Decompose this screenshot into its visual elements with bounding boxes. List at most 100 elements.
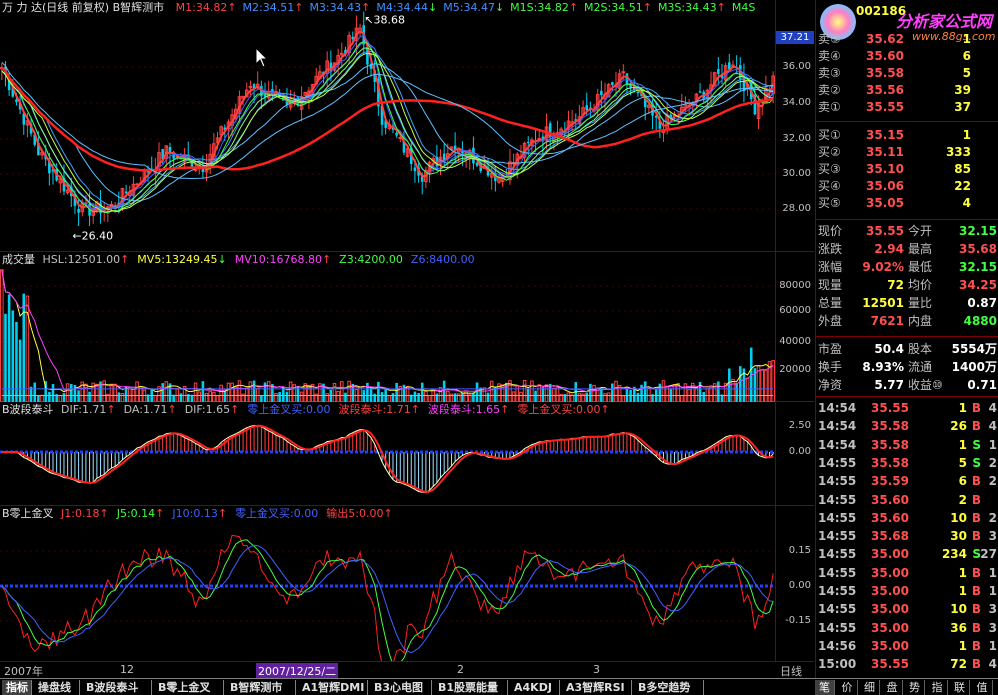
- main-axis-tick: 36.00: [782, 61, 811, 72]
- volume-bar: [522, 379, 527, 402]
- candlestick-chart[interactable]: ↖38.68 ←26.40: [0, 0, 775, 252]
- quote-tab[interactable]: 联: [950, 680, 970, 695]
- indicator-tab[interactable]: A4KDJ: [510, 680, 560, 695]
- volume-bar: [672, 384, 677, 402]
- tick-volume: 10: [950, 510, 967, 525]
- indicator-tab[interactable]: B多空趋势: [634, 680, 704, 695]
- volume-bar: [161, 383, 164, 402]
- tick-row: 14:55 35.59 6 B 2: [816, 472, 998, 490]
- tick-row: 14:54 35.55 1 B 4: [816, 399, 998, 417]
- tick-volume: 72: [950, 657, 967, 672]
- tick-side: B: [971, 510, 981, 525]
- sell-level-label: 卖⑤: [818, 32, 841, 46]
- tick-time: 14:55: [818, 455, 857, 470]
- wave-legend-arrow-5: ↑: [500, 403, 510, 416]
- stat-row: 涨跌 2.94 最高 35.68: [816, 240, 998, 258]
- tick-volume: 1: [958, 638, 967, 653]
- indicator-tab[interactable]: A3智辉RSI: [562, 680, 632, 695]
- sell-level: 卖⑤ 35.62 1: [816, 31, 998, 48]
- sell-level-label: 卖④: [818, 49, 841, 63]
- sell-level-label: 卖②: [818, 83, 841, 97]
- tick-time: 14:55: [818, 584, 857, 598]
- buy-level: 买③ 35.10 85: [816, 161, 998, 178]
- sell-level-price: 35.56: [866, 83, 904, 97]
- buy-level-label: 买③: [818, 162, 841, 176]
- indicator-tab[interactable]: 指标: [2, 680, 32, 695]
- stat-value: 0.71: [967, 378, 997, 392]
- quote-tab[interactable]: 价: [838, 680, 858, 695]
- indicator-tab[interactable]: 操盘线: [34, 680, 80, 695]
- indicator-tab[interactable]: B1股票能量: [434, 680, 508, 695]
- tick-side: B: [971, 401, 981, 415]
- candle: [680, 93, 684, 113]
- volume-bar: [482, 387, 487, 402]
- tick-price: 35.00: [871, 602, 909, 617]
- tick-volume: 234: [941, 547, 967, 562]
- quote-tab[interactable]: 笔: [815, 680, 835, 695]
- stat-label: 净资: [818, 378, 843, 392]
- tick-side: B: [971, 419, 981, 434]
- indicator-tab[interactable]: B零上金叉: [154, 680, 224, 695]
- stat-row: 现价 35.55 今开 32.15: [816, 222, 998, 240]
- volume-bar: [22, 293, 26, 402]
- volume-title: 成交量: [2, 253, 35, 266]
- date-label: 3: [593, 663, 600, 676]
- stat-label: 收益⑩: [908, 378, 943, 392]
- wave-main-line: [1, 424, 774, 494]
- tick-time: 14:56: [818, 638, 857, 653]
- tick-side: S: [972, 437, 981, 452]
- volume-bar: [201, 381, 205, 402]
- stat-label: 换手: [818, 360, 843, 374]
- sell-level-price: 35.62: [866, 32, 904, 46]
- volume-bar: [332, 382, 337, 402]
- sell-level: 卖② 35.56 39: [816, 82, 998, 99]
- sell-level-price: 35.60: [866, 49, 904, 63]
- tick-side: B: [971, 584, 981, 598]
- ma-legend-1: M2:34.51: [242, 1, 295, 14]
- indicator-tab[interactable]: B3心电图: [370, 680, 432, 695]
- volume-bar: [223, 391, 227, 402]
- stat-label: 现价: [818, 224, 843, 238]
- zero-axis-tick: 0.15: [788, 545, 811, 556]
- volume-chart[interactable]: [0, 252, 775, 402]
- volume-bar: [438, 387, 443, 402]
- candle: [299, 86, 304, 122]
- stat-value: 32.15: [959, 260, 997, 274]
- j5-line: [1, 539, 774, 661]
- zero-cross-panel[interactable]: B零上金叉 J1:0.18↑ J5:0.14↑ J10:0.13↑ 零上金叉买:0.0…: [0, 506, 814, 661]
- volume-bar: [369, 387, 373, 402]
- quote-tab[interactable]: 盘: [883, 680, 903, 695]
- candle: [424, 166, 428, 189]
- volume-bar: [431, 389, 435, 402]
- zero-legend-2: J10:0.13: [172, 507, 218, 520]
- zero-title: B零上金叉: [2, 507, 54, 520]
- volume-bar: [636, 392, 640, 402]
- volume-bar: [446, 390, 450, 402]
- price-chart-panel[interactable]: ↖38.68 ←26.40 万 力 达(日线 前复权) B智辉测市 M1:34.8…: [0, 0, 814, 252]
- volume-panel[interactable]: 成交量 HSL:12501.00↑ MV5:13249.45↓ MV10:16768…: [0, 252, 814, 402]
- quote-tab[interactable]: 值: [973, 680, 993, 695]
- wave-legend-6: 零上金叉买:0.00: [517, 403, 601, 416]
- quote-tab[interactable]: 细: [860, 680, 880, 695]
- indicator-tab[interactable]: B智辉测市: [226, 680, 296, 695]
- quote-tab[interactable]: 指: [928, 680, 948, 695]
- wave-indicator-chart[interactable]: [0, 402, 775, 506]
- volume-bar: [358, 386, 362, 402]
- stat-row: 现量 72 均价 34.25: [816, 276, 998, 294]
- indicator-tab[interactable]: B波段泰斗: [82, 680, 152, 695]
- volume-axis-tick: 80000: [779, 280, 811, 291]
- volume-legend-1: MV5:13249.45: [137, 253, 218, 266]
- buy-level-volume: 333: [945, 145, 971, 159]
- tick-count: 2: [988, 474, 997, 489]
- tick-side: B: [971, 474, 981, 489]
- wave-indicator-panel[interactable]: B波段泰斗 DIF:1.71↑ DA:1.71↑ DIF:1.65↑ 零上金叉买:0.…: [0, 402, 814, 506]
- indicator-tab[interactable]: A1智辉DMI: [298, 680, 368, 695]
- zero-cross-chart[interactable]: [0, 506, 775, 661]
- tick-time: 14:55: [818, 474, 857, 489]
- ma-legend-arrow-4: ↓: [494, 1, 505, 14]
- sell-level: 卖③ 35.58 5: [816, 65, 998, 82]
- volume-bar: [717, 381, 720, 402]
- tick-side: B: [971, 602, 981, 617]
- quote-tab[interactable]: 势: [905, 680, 925, 695]
- volume-bar: [745, 377, 750, 402]
